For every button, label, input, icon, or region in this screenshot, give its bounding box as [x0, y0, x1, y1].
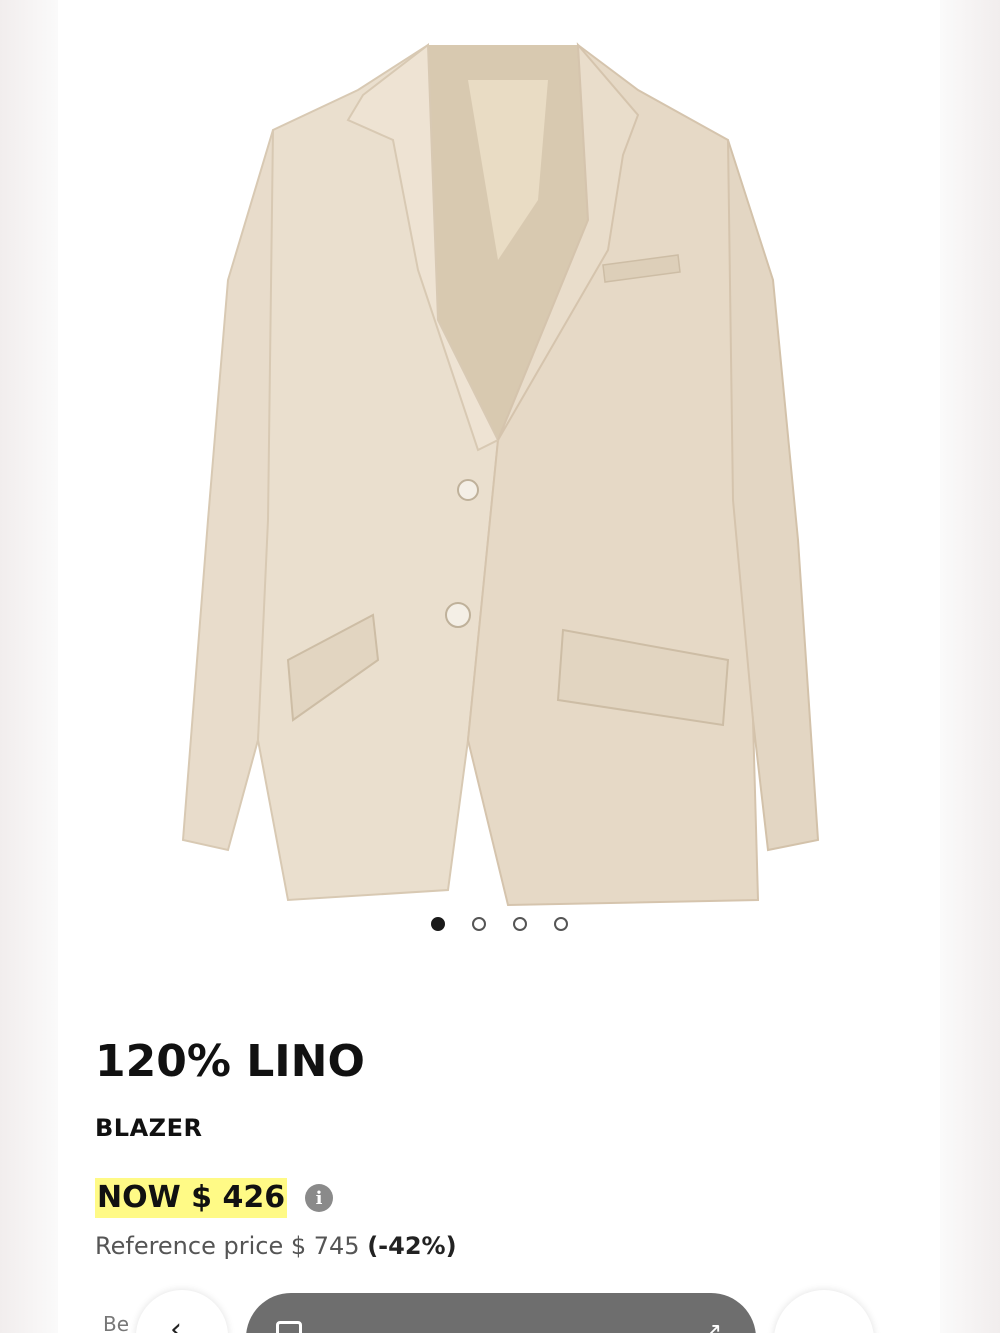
gallery-dot-2[interactable]: [471, 917, 486, 931]
tabs-icon[interactable]: [276, 1321, 302, 1333]
menu-button[interactable]: [774, 1290, 874, 1333]
price-now: NOW $ 426: [95, 1178, 288, 1218]
gallery-pagination: [58, 917, 940, 931]
share-icon[interactable]: ↗: [704, 1319, 722, 1333]
chevron-left-icon: ‹: [170, 1312, 182, 1333]
gallery-dot-3[interactable]: [512, 917, 527, 931]
product-page: 120% LINO BLAZER NOW $ 426 i Reference p…: [58, 0, 940, 1333]
info-icon[interactable]: i: [305, 1184, 334, 1212]
back-button[interactable]: ‹: [136, 1290, 228, 1333]
product-brand[interactable]: 120% LINO: [95, 1036, 365, 1087]
reference-price: Reference price $ 745 (-42%): [95, 1232, 457, 1260]
product-image-blazer[interactable]: [168, 20, 828, 920]
browser-bottom-bar: ↗: [246, 1293, 756, 1333]
peek-text: Be: [103, 1312, 130, 1333]
gallery-dot-1[interactable]: [430, 917, 445, 931]
background-right: [940, 0, 1000, 1333]
background-left: [0, 0, 58, 1333]
reference-price-label: Reference price $ 745: [95, 1232, 360, 1260]
discount-percent: (-42%): [367, 1232, 457, 1260]
gallery-dot-4[interactable]: [553, 917, 568, 931]
price-row: NOW $ 426 i: [95, 1178, 334, 1218]
product-category: BLAZER: [95, 1114, 203, 1142]
